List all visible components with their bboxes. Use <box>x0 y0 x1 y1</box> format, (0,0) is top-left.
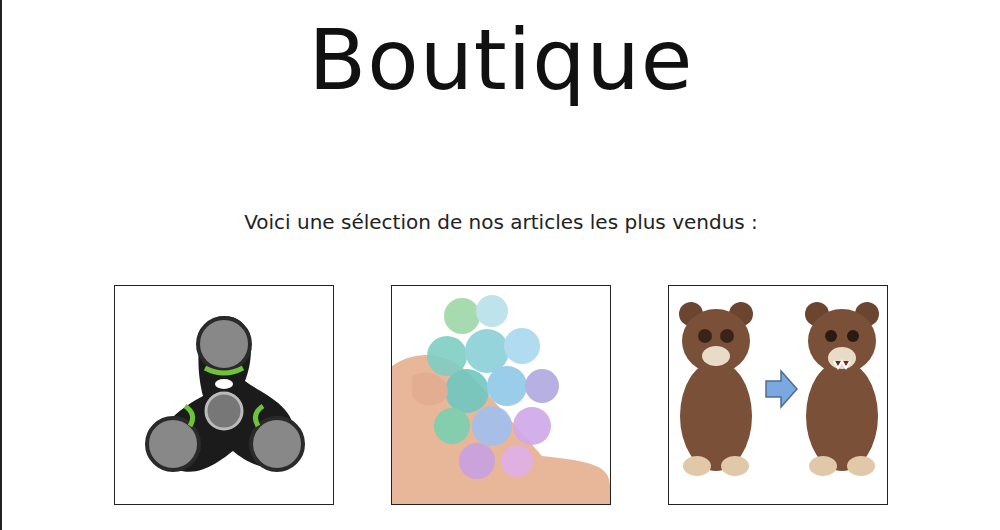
bear-plush-icon <box>669 286 887 504</box>
product-list <box>2 285 1000 505</box>
fidget-spinner-icon <box>115 286 333 504</box>
page-title: Boutique <box>2 0 1000 111</box>
intro-text: Voici une sélection de nos articles les … <box>2 210 1000 234</box>
product-card[interactable] <box>114 285 334 505</box>
product-card[interactable] <box>668 285 888 505</box>
product-card[interactable] <box>391 285 611 505</box>
stress-ball-icon <box>392 286 610 504</box>
